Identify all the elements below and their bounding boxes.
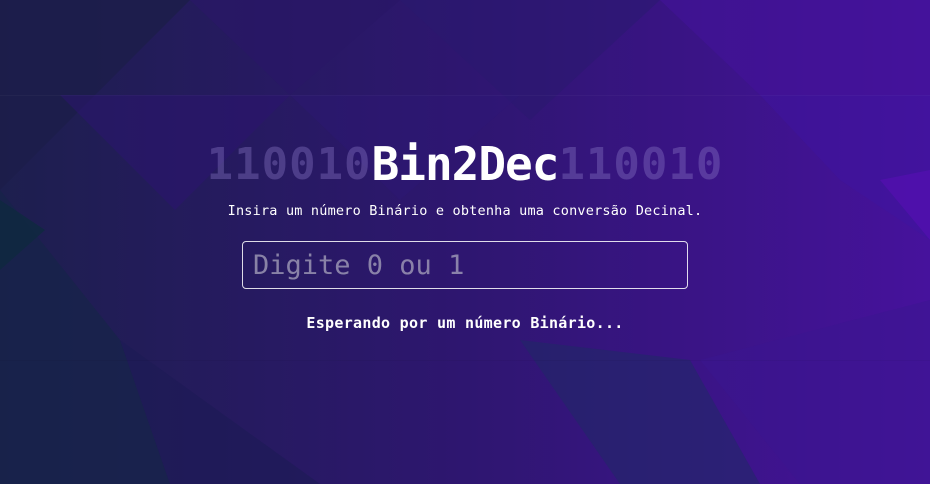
app-title: Bin2Dec <box>371 137 560 191</box>
binary-input-container <box>242 241 688 289</box>
status-message: Esperando por um número Binário... <box>306 314 624 332</box>
app-subtitle: Insira um número Binário e obtenha uma c… <box>227 203 703 219</box>
binary-input[interactable] <box>243 242 687 288</box>
main-content: 110010 Bin2Dec 110010 Insira um número Bin… <box>0 0 930 484</box>
header: 110010 Bin2Dec 110010 <box>0 134 930 194</box>
binary-decoration-right: 110010 <box>558 138 724 190</box>
binary-decoration-left: 110010 <box>206 138 372 190</box>
